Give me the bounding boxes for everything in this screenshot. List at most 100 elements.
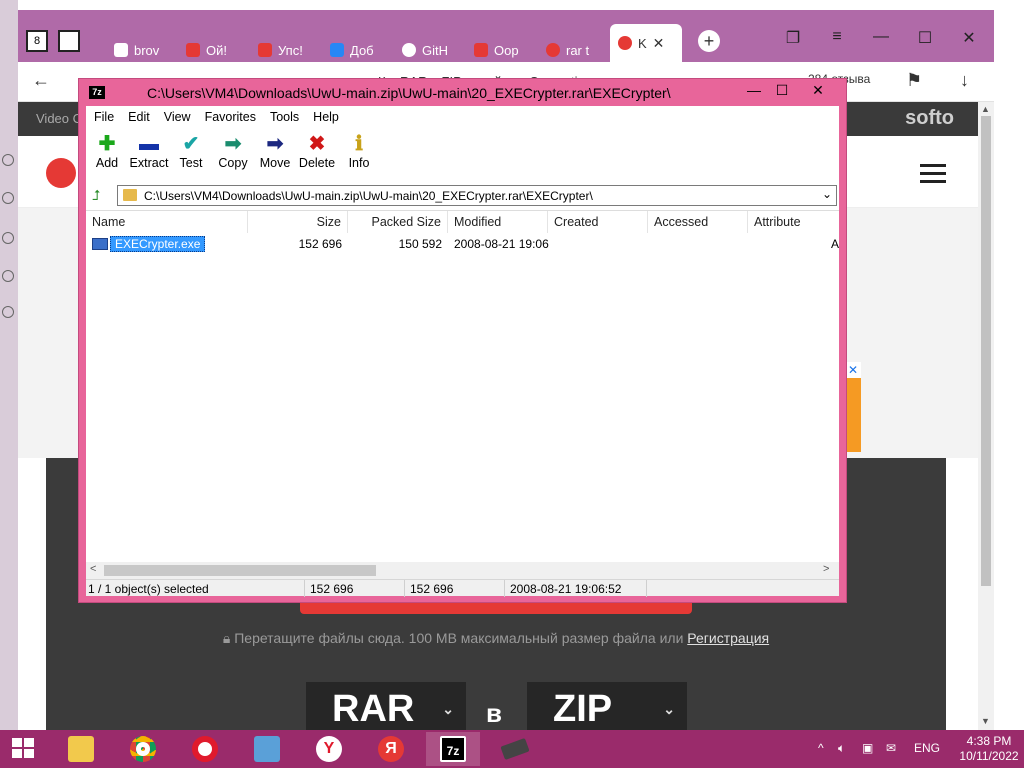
taskbar: Y Я 7z ^ 🔈︎ ▣ ✉ ENG 4:38 PM 10/11/2022 [0, 730, 1024, 768]
taskbar-control-panel[interactable] [240, 732, 294, 766]
extract-button[interactable]: ▬ Extract [126, 132, 172, 170]
panel-icon[interactable] [2, 192, 14, 204]
move-button[interactable]: ➡ Move [252, 132, 298, 170]
language-indicator[interactable]: ENG [914, 741, 940, 755]
upload-hint: 🔒︎ Перетащите файлы сюда. 100 MB максима… [46, 630, 946, 647]
window-title: C:\Users\VM4\Downloads\UwU-main.zip\UwU-… [147, 85, 671, 101]
menu-view[interactable]: View [164, 110, 191, 124]
info-button[interactable]: ℹ Info [336, 132, 382, 170]
exe-file-icon [92, 238, 108, 250]
sevenzip-app-icon[interactable]: 7z [89, 86, 105, 99]
taskbar-file-explorer[interactable] [54, 732, 108, 766]
copy-arrow-icon: ➡ [224, 133, 242, 155]
taskbar-chip-app[interactable] [488, 732, 542, 766]
column-header-created[interactable]: Created [548, 211, 648, 233]
scroll-left-icon[interactable]: < [90, 563, 96, 575]
scroll-up-icon[interactable]: ▲ [981, 104, 990, 114]
column-header-accessed[interactable]: Accessed [648, 211, 748, 233]
menu-favorites[interactable]: Favorites [205, 110, 256, 124]
convertio-logo-icon[interactable] [46, 158, 76, 188]
network-icon[interactable]: ▣ [862, 741, 873, 755]
file-explorer-icon [68, 736, 94, 762]
register-link[interactable]: Регистрация [687, 630, 769, 646]
plus-icon[interactable]: + [698, 30, 720, 52]
scroll-right-icon[interactable]: > [823, 563, 829, 575]
panel-icon[interactable] [2, 270, 14, 282]
file-list[interactable]: Name Size Packed Size Modified Created A… [86, 210, 839, 562]
taskbar-yandex-browser[interactable]: Y [302, 732, 356, 766]
back-icon[interactable]: ← [32, 70, 50, 91]
horizontal-scrollbar[interactable]: < > [86, 562, 839, 579]
bookmarks-panel-icon[interactable]: ❐ [778, 28, 808, 48]
menu-tools[interactable]: Tools [270, 110, 299, 124]
title-bar[interactable]: 7z C:\Users\VM4\Downloads\UwU-main.zip\U… [79, 79, 846, 105]
column-header-attributes[interactable]: Attribute [748, 211, 839, 233]
taskbar-7zip[interactable]: 7z [426, 732, 480, 766]
menu-help[interactable]: Help [313, 110, 339, 124]
minimize-icon[interactable]: — [866, 28, 896, 46]
tab-active[interactable]: K ✕ [610, 24, 682, 62]
path-combobox[interactable]: C:\Users\VM4\Downloads\UwU-main.zip\UwU-… [117, 185, 837, 206]
panel-icon[interactable] [2, 306, 14, 318]
taskbar-opera[interactable] [178, 732, 232, 766]
scrollbar-thumb[interactable] [981, 116, 991, 586]
table-row[interactable]: EXECrypter.exe [92, 235, 206, 253]
extract-label: Extract [129, 156, 169, 170]
file-modified: 2008-08-21 19:06 [454, 237, 549, 251]
panel-icon[interactable] [2, 232, 14, 244]
menu-file[interactable]: File [94, 110, 114, 124]
up-folder-icon[interactable]: ⮥ [92, 187, 108, 203]
browser-side-panel [0, 0, 18, 730]
column-header-packed-size[interactable]: Packed Size [348, 211, 448, 233]
volume-icon[interactable]: 🔈︎ [838, 741, 845, 756]
menu-edit[interactable]: Edit [128, 110, 150, 124]
column-header-size[interactable]: Size [248, 211, 348, 233]
bookmark-item[interactable]: Video C [36, 111, 82, 126]
close-tab-icon[interactable]: ✕ [653, 35, 665, 52]
delete-button[interactable]: ✖ Delete [294, 132, 340, 170]
yandex-icon [546, 43, 560, 57]
to-format-select[interactable]: ZIP ⌄ [527, 682, 687, 730]
taskbar-chrome[interactable] [116, 732, 170, 766]
windows-start-icon[interactable] [12, 738, 36, 760]
path-bar: ⮥ C:\Users\VM4\Downloads\UwU-main.zip\Uw… [86, 182, 839, 208]
yandex-icon [186, 43, 200, 57]
toolbar: ✚ Add ▬ Extract ✔ Test ➡ Copy ➡ Move ✖ D… [86, 128, 839, 180]
tab-label: brov [134, 42, 160, 58]
file-name[interactable]: EXECrypter.exe [110, 236, 206, 252]
tabs-count-button[interactable]: 8 [26, 30, 48, 52]
new-window-icon[interactable] [58, 30, 80, 52]
from-format-label: RAR [332, 688, 415, 730]
close-icon[interactable]: ✕ [803, 82, 833, 99]
add-button[interactable]: ✚ Add [84, 132, 130, 170]
chevron-down-icon: ⌄ [663, 701, 675, 717]
path-text[interactable]: C:\Users\VM4\Downloads\UwU-main.zip\UwU-… [144, 189, 593, 203]
from-format-select[interactable]: RAR ⌄ [306, 682, 466, 730]
status-bar: 1 / 1 object(s) selected 152 696 152 696… [86, 579, 839, 597]
copy-button[interactable]: ➡ Copy [210, 132, 256, 170]
column-header-modified[interactable]: Modified [448, 211, 548, 233]
chevron-up-icon[interactable]: ^ [818, 741, 824, 755]
panel-icon[interactable] [2, 154, 14, 166]
notification-icon[interactable]: ✉ [886, 741, 896, 755]
maximize-icon[interactable]: ☐ [910, 28, 940, 48]
taskbar-yandex[interactable]: Я [364, 732, 418, 766]
close-icon[interactable]: ✕ [954, 28, 984, 48]
chevron-down-icon[interactable]: ⌄ [822, 187, 832, 201]
scroll-down-icon[interactable]: ▼ [981, 716, 990, 726]
ad-close-icon[interactable]: ✕ [845, 362, 861, 378]
bookmark-icon[interactable]: ⚑ [906, 70, 922, 91]
minimize-icon[interactable]: — [739, 82, 769, 98]
scrollbar-thumb[interactable] [104, 565, 376, 576]
status-divider [504, 580, 505, 597]
menu-icon[interactable]: ≡ [822, 28, 852, 46]
test-button[interactable]: ✔ Test [168, 132, 214, 170]
page-scrollbar[interactable]: ▲ ▼ [978, 102, 994, 730]
convertio-icon [618, 36, 632, 50]
column-header-name[interactable]: Name [86, 211, 248, 233]
download-icon[interactable]: ↓ [960, 70, 969, 91]
clock[interactable]: 4:38 PM 10/11/2022 [958, 734, 1020, 764]
hamburger-menu-icon[interactable] [920, 164, 946, 188]
maximize-icon[interactable]: ☐ [767, 82, 797, 99]
yandex-icon: Я [378, 736, 404, 762]
